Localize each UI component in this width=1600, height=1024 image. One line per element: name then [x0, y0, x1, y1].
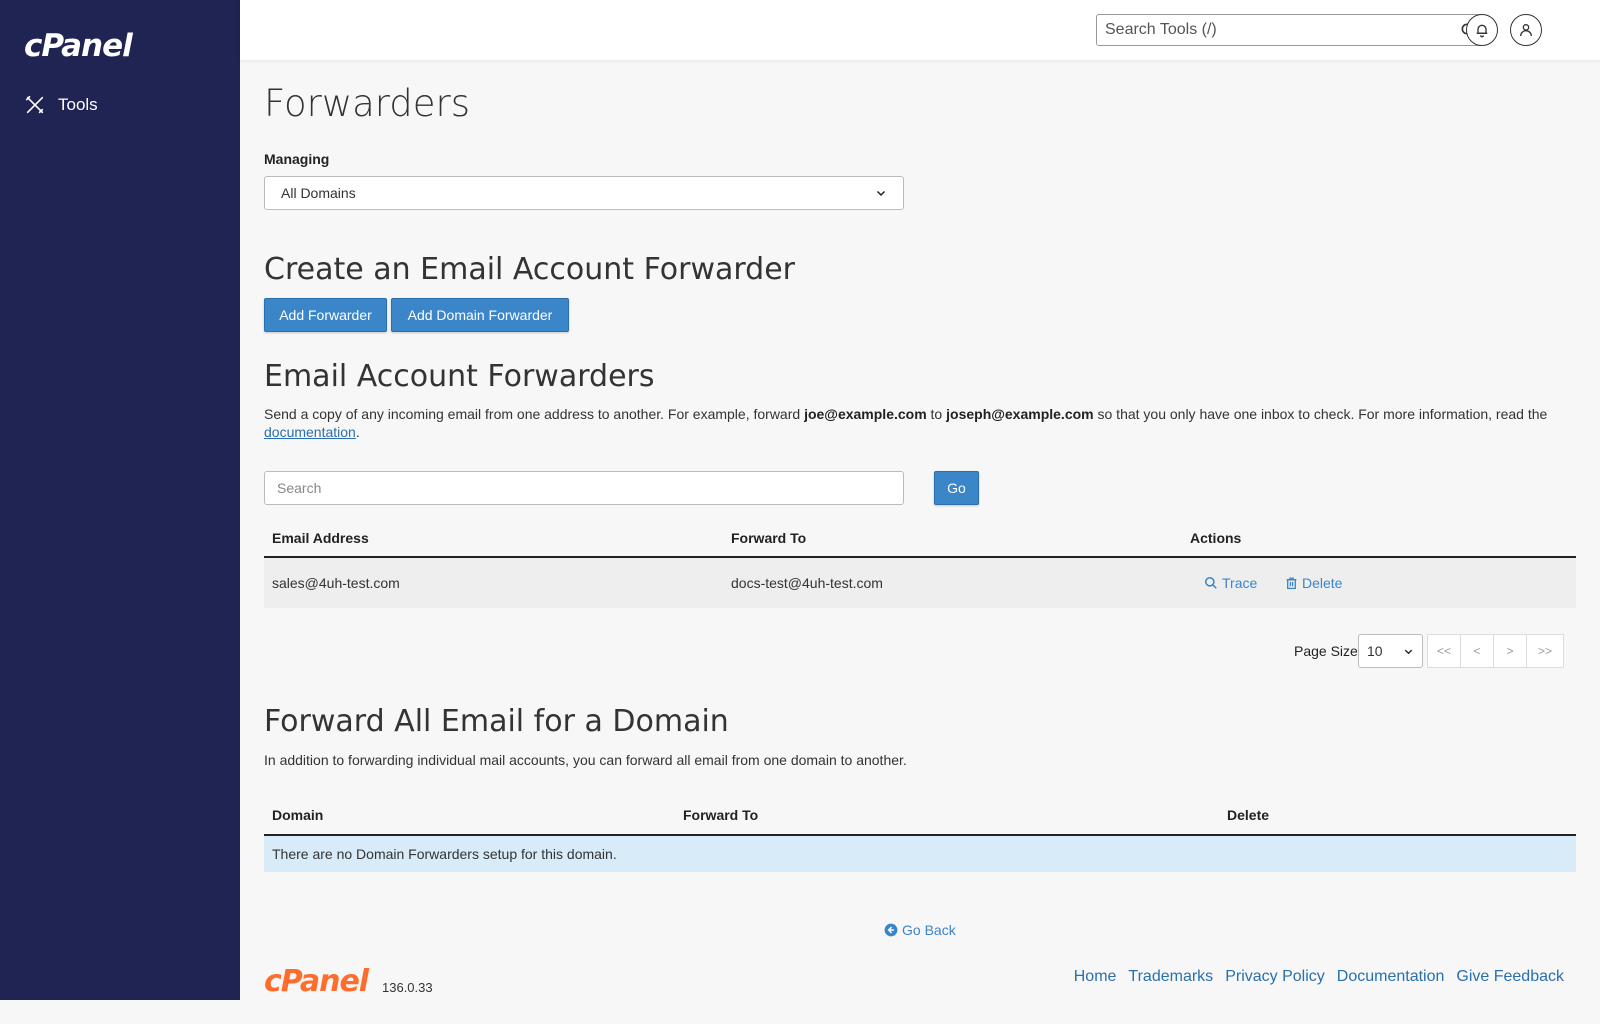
row-forward-to: docs-test@4uh-test.com	[731, 575, 883, 591]
pager-prev-button[interactable]: <	[1460, 634, 1494, 668]
desc-text: to	[926, 406, 947, 422]
delete-link[interactable]: Delete	[1285, 575, 1342, 591]
search-go-button[interactable]: Go	[934, 471, 979, 505]
trash-icon	[1286, 577, 1297, 590]
trace-label: Trace	[1222, 575, 1258, 591]
domain-forwarders-heading: Forward All Email for a Domain	[264, 704, 729, 739]
pager-next-button[interactable]: >	[1493, 634, 1527, 668]
row-email: sales@4uh-test.com	[272, 575, 400, 591]
sidebar: cPanel Tools	[0, 0, 240, 1000]
arrow-circle-left-icon	[884, 923, 898, 937]
chevron-down-icon	[876, 190, 886, 197]
column-header-domain[interactable]: Domain	[272, 807, 323, 823]
page-size-label: Page Size	[1294, 643, 1358, 659]
column-header-actions: Actions	[1190, 530, 1242, 546]
managing-select-value: All Domains	[281, 185, 356, 201]
page-size-select[interactable]: 10	[1358, 634, 1423, 668]
table-row: sales@4uh-test.com docs-test@4uh-test.co…	[264, 558, 1576, 608]
pager-last-button[interactable]: >>	[1526, 634, 1564, 668]
footer-link-give-feedback[interactable]: Give Feedback	[1456, 968, 1564, 986]
empty-domain-forwarders-message: There are no Domain Forwarders setup for…	[264, 836, 1576, 872]
chevron-down-icon	[1404, 649, 1413, 654]
managing-label: Managing	[264, 151, 330, 167]
desc-example-target: joseph@example.com	[946, 406, 1094, 422]
pager-first-button[interactable]: <<	[1427, 634, 1461, 668]
tools-icon	[25, 95, 44, 114]
delete-label: Delete	[1302, 575, 1343, 591]
footer-cpanel-logo: cPanel	[264, 964, 369, 999]
footer-link-privacy-policy[interactable]: Privacy Policy	[1225, 968, 1325, 986]
column-header-delete: Delete	[1227, 807, 1270, 823]
version-number: 136.0.33	[382, 980, 433, 995]
top-bar	[240, 0, 1600, 60]
desc-example-source: joe@example.com	[804, 406, 927, 422]
user-menu-button[interactable]	[1510, 14, 1542, 46]
footer-links: Home Trademarks Privacy Policy Documenta…	[1074, 968, 1564, 986]
pagination: << < > >>	[1427, 634, 1564, 668]
sidebar-item-label: Tools	[58, 95, 98, 114]
documentation-link[interactable]: documentation	[264, 424, 356, 440]
column-header-email[interactable]: Email Address	[272, 530, 369, 546]
email-forwarders-heading: Email Account Forwarders	[264, 359, 655, 394]
search-icon	[1204, 576, 1217, 589]
cpanel-logo[interactable]: cPanel	[24, 28, 133, 64]
user-icon	[1520, 24, 1532, 37]
footer-link-home[interactable]: Home	[1074, 968, 1117, 986]
desc-text: .	[355, 424, 360, 440]
desc-text: so that you only have one inbox to check…	[1093, 406, 1548, 422]
tools-search-input[interactable]	[1097, 15, 1453, 45]
bell-icon	[1476, 24, 1488, 38]
forwarder-search-input[interactable]	[264, 471, 904, 505]
add-domain-forwarder-button[interactable]: Add Domain Forwarder	[391, 298, 569, 332]
add-forwarder-button[interactable]: Add Forwarder	[264, 298, 387, 332]
footer-link-trademarks[interactable]: Trademarks	[1128, 968, 1213, 986]
column-header-forward-to[interactable]: Forward To	[731, 530, 806, 546]
footer-link-documentation[interactable]: Documentation	[1337, 968, 1445, 986]
page-size-value: 10	[1367, 643, 1383, 659]
page-title: Forwarders	[264, 82, 471, 125]
managing-select[interactable]: All Domains	[264, 176, 904, 210]
sidebar-item-tools[interactable]: Tools	[24, 94, 98, 116]
domain-forwarders-description: In addition to forwarding individual mai…	[264, 752, 907, 768]
email-forwarders-description: Send a copy of any incoming email from o…	[264, 405, 1564, 441]
create-forwarder-heading: Create an Email Account Forwarder	[264, 252, 796, 287]
tools-search-box	[1096, 14, 1484, 46]
trace-link[interactable]: Trace	[1204, 575, 1257, 591]
column-header-forward-to[interactable]: Forward To	[683, 807, 758, 823]
desc-text: Send a copy of any incoming email from o…	[264, 406, 805, 422]
bottom-strip	[0, 1000, 1600, 1024]
notifications-button[interactable]	[1466, 14, 1498, 46]
go-back-link[interactable]: Go Back	[884, 922, 956, 938]
go-back-label: Go Back	[902, 922, 956, 938]
